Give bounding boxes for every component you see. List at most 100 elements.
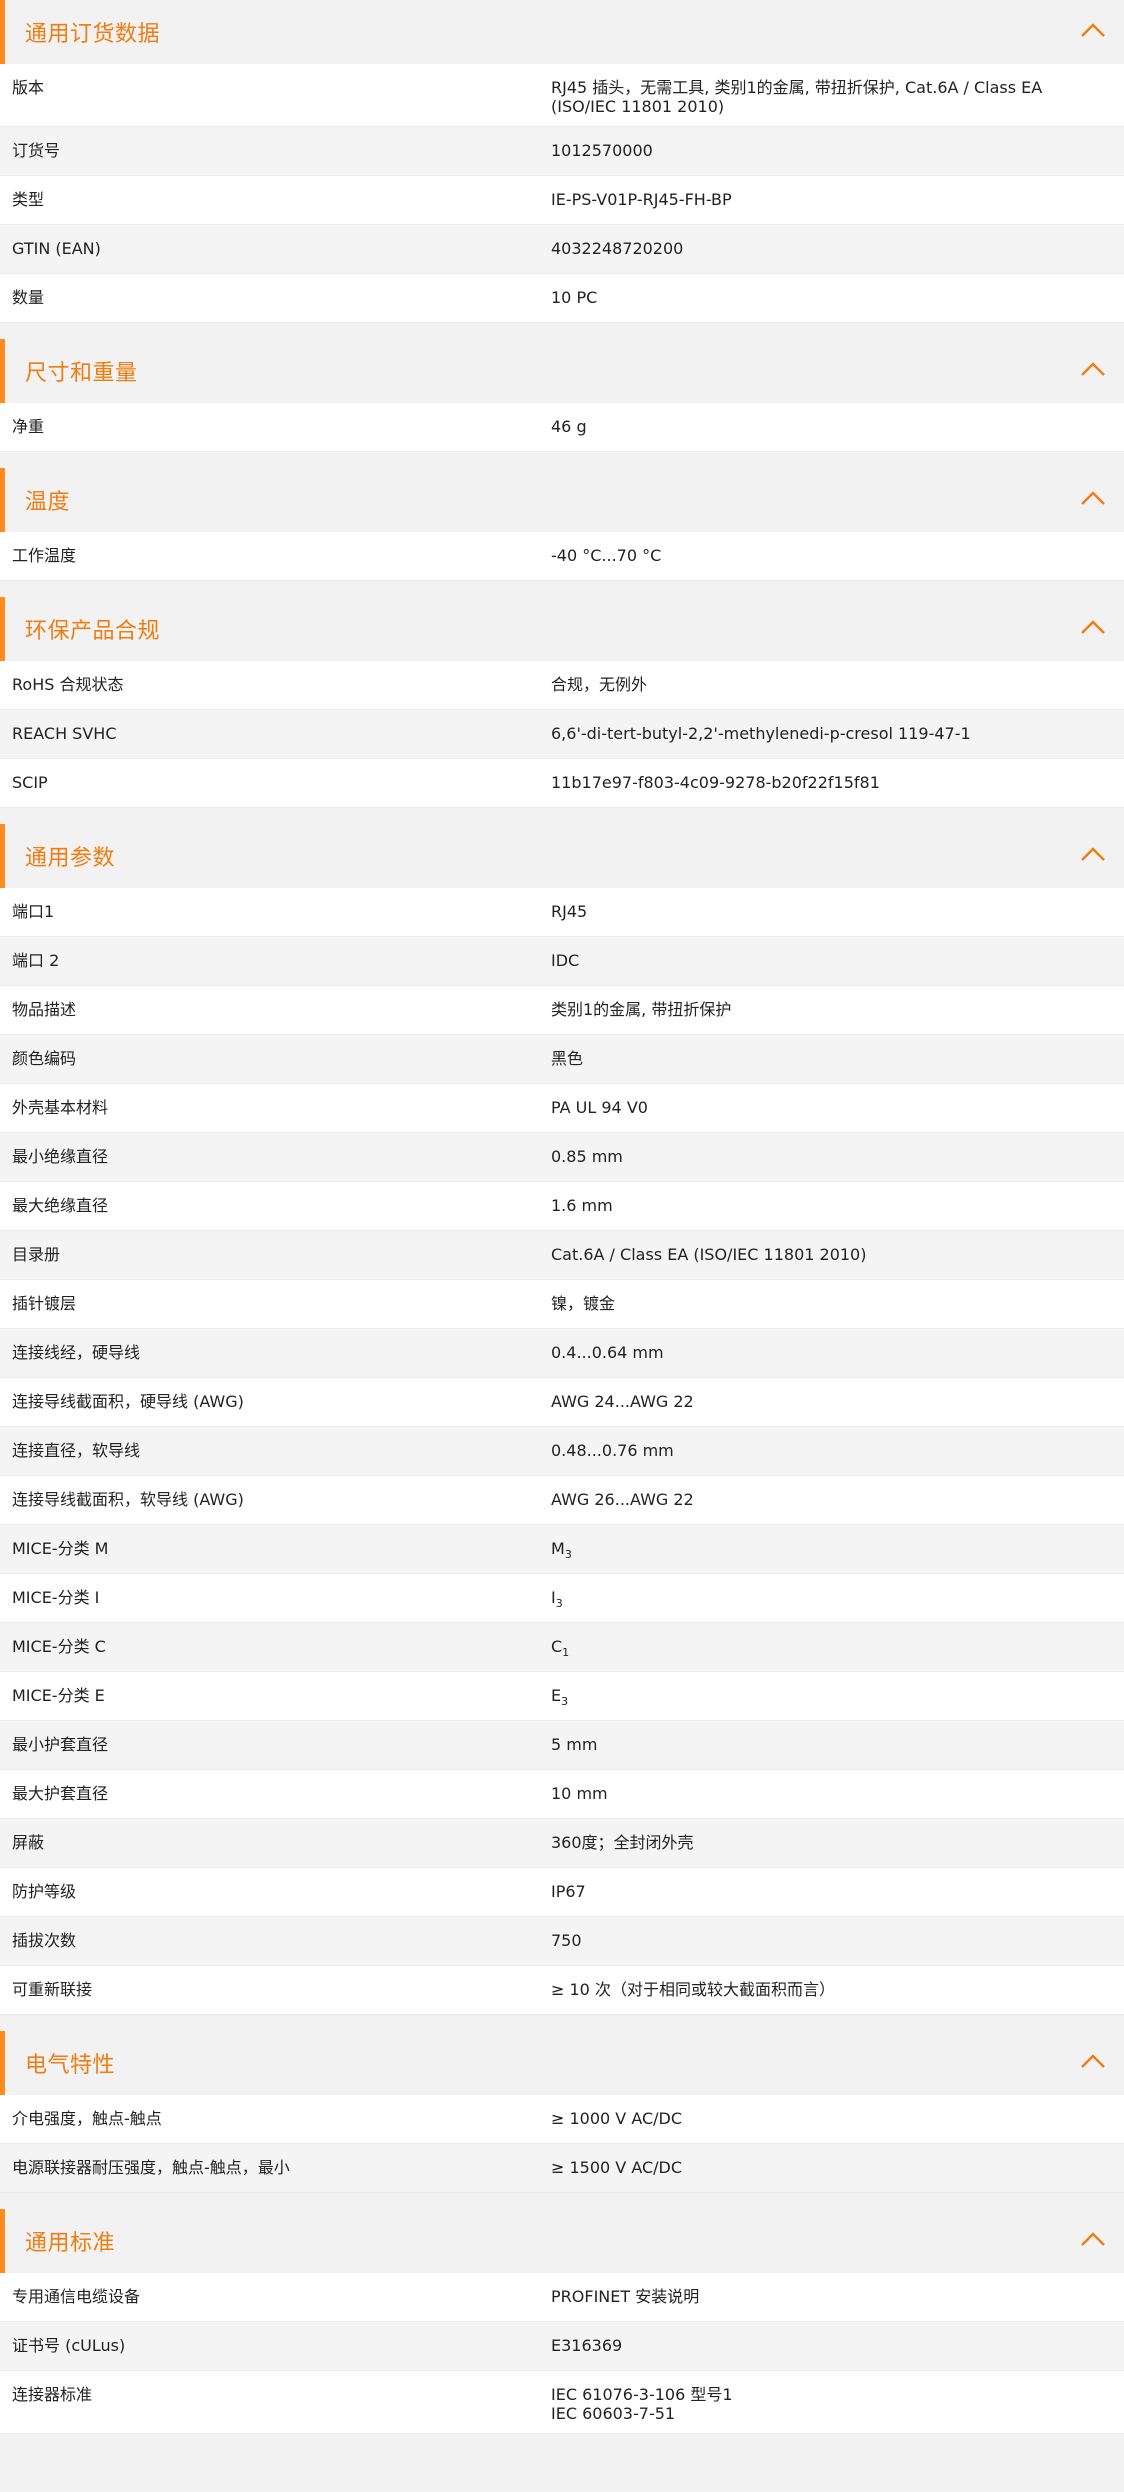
spec-label: 电源联接器耐压强度，触点-触点，最小: [12, 2158, 290, 2177]
chevron-up-icon[interactable]: [1080, 2231, 1106, 2247]
section-header[interactable]: 温度: [0, 468, 1124, 532]
spec-label: 连接器标准: [12, 2385, 93, 2404]
spec-label: GTIN (EAN): [12, 239, 101, 258]
spec-label: MICE-分类 M: [12, 1539, 109, 1558]
spec-value: 46 g: [551, 417, 587, 436]
section-gap: [0, 323, 1124, 339]
chevron-up-icon[interactable]: [1080, 361, 1106, 377]
spec-row: 订货号 1012570000: [0, 127, 1124, 176]
spec-label: 防护等级: [12, 1882, 77, 1901]
spec-label: SCIP: [12, 773, 48, 792]
spec-value: 1012570000: [551, 141, 653, 160]
spec-label: 插针镀层: [12, 1294, 77, 1313]
spec-value-main: M: [551, 1539, 565, 1558]
spec-value: 360度；全封闭外壳: [551, 1833, 694, 1852]
spec-label: 连接线经，硬导线: [12, 1343, 141, 1362]
chevron-up-icon[interactable]: [1080, 490, 1106, 506]
spec-value: AWG 26...AWG 22: [551, 1490, 694, 1509]
spec-label: 工作温度: [12, 546, 77, 565]
section-header[interactable]: 环保产品合规: [0, 597, 1124, 661]
spec-label: 最大绝缘直径: [12, 1196, 109, 1215]
spec-row: 连接线经，硬导线 0.4...0.64 mm: [0, 1329, 1124, 1378]
spec-row: 最大护套直径 10 mm: [0, 1770, 1124, 1819]
spec-value-subscript: 3: [564, 1548, 572, 1561]
spec-row: 屏蔽 360度；全封闭外壳: [0, 1819, 1124, 1868]
spec-label: 类型: [12, 190, 45, 209]
spec-row: 专用通信电缆设备 PROFINET 安装说明: [0, 2273, 1124, 2322]
spec-row: 电源联接器耐压强度，触点-触点，最小 ≥ 1500 V AC/DC: [0, 2144, 1124, 2193]
spec-value: 0.48...0.76 mm: [551, 1441, 674, 1460]
spec-row: 介电强度，触点-触点 ≥ 1000 V AC/DC: [0, 2095, 1124, 2144]
spec-section: 环保产品合规 RoHS 合规状态 合规，无例外 REACH SVHC 6,6'-di-t…: [0, 597, 1124, 808]
section-title: 温度: [25, 490, 71, 515]
spec-row: 最大绝缘直径 1.6 mm: [0, 1182, 1124, 1231]
spec-row: 端口 2 IDC: [0, 937, 1124, 986]
spec-label: 外壳基本材料: [12, 1098, 109, 1117]
spec-label: 介电强度，触点-触点: [12, 2109, 162, 2128]
spec-row: 净重 46 g: [0, 403, 1124, 452]
section-gap: [0, 808, 1124, 824]
spec-value: 0.4...0.64 mm: [551, 1343, 664, 1362]
section-header[interactable]: 通用标准: [0, 2209, 1124, 2273]
spec-value: 6,6'-di-tert-butyl-2,2'-methylenedi-p-cr…: [551, 724, 971, 743]
section-header[interactable]: 电气特性: [0, 2031, 1124, 2095]
spec-value: IEC 61076-3-106 型号1 IEC 60603-7-51: [551, 2385, 733, 2423]
spec-value: RJ45 插头，无需工具, 类别1的金属, 带扭折保护, Cat.6A / Cl…: [551, 78, 1043, 116]
spec-label: 专用通信电缆设备: [12, 2287, 141, 2306]
spec-row: REACH SVHC 6,6'-di-tert-butyl-2,2'-methyl…: [0, 710, 1124, 759]
spec-row: 连接直径，软导线 0.48...0.76 mm: [0, 1427, 1124, 1476]
spec-row: 颜色编码 黑色: [0, 1035, 1124, 1084]
spec-value: E316369: [551, 2336, 623, 2355]
section-header[interactable]: 通用参数: [0, 824, 1124, 888]
spec-row: 外壳基本材料 PA UL 94 V0: [0, 1084, 1124, 1133]
section-header[interactable]: 尺寸和重量: [0, 339, 1124, 403]
spec-value: PA UL 94 V0: [551, 1098, 648, 1117]
section-title: 通用订货数据: [25, 22, 161, 47]
spec-value: PROFINET 安装说明: [551, 2287, 700, 2306]
spec-value-main: C: [551, 1637, 563, 1656]
spec-value-main: E: [551, 1686, 562, 1705]
spec-value: 镍，镀金: [551, 1294, 616, 1313]
spec-section: 温度工作温度 -40 °C...70 °C: [0, 468, 1124, 581]
spec-row: MICE-分类 I I3: [0, 1574, 1124, 1623]
spec-value: 合规，无例外: [551, 675, 648, 694]
spec-value: 4032248720200: [551, 239, 684, 258]
spec-label: 连接直径，软导线: [12, 1441, 141, 1460]
spec-value: Cat.6A / Class EA (ISO/IEC 11801 2010): [551, 1245, 867, 1264]
spec-label: 连接导线截面积，软导线 (AWG): [12, 1490, 244, 1509]
spec-label: 最大护套直径: [12, 1784, 109, 1803]
spec-row: 工作温度 -40 °C...70 °C: [0, 532, 1124, 581]
spec-section: 通用参数 端口1 RJ45 端口 2 IDC 物品描述 类别1的金属, 带扭折保护 颜色编码 黑…: [0, 824, 1124, 2015]
spec-page: 通用订货数据 版本 RJ45 插头，无需工具, 类别1的金属, 带扭折保护, Cat…: [0, 0, 1124, 2434]
chevron-up-icon[interactable]: [1080, 619, 1106, 635]
spec-label: 目录册: [12, 1245, 61, 1264]
spec-value: ≥ 1000 V AC/DC: [551, 2109, 683, 2128]
spec-value: M3: [551, 1525, 1124, 1561]
spec-label: MICE-分类 I: [12, 1588, 100, 1607]
spec-value: ≥ 10 次（对于相同或较大截面积而言）: [551, 1980, 835, 1999]
spec-section: 电气特性介电强度，触点-触点 ≥ 1000 V AC/DC 电源联接器耐压强度，触点…: [0, 2031, 1124, 2193]
section-gap: [0, 581, 1124, 597]
spec-label: 净重: [12, 417, 45, 436]
chevron-up-icon[interactable]: [1080, 846, 1106, 862]
spec-row: 连接导线截面积，软导线 (AWG) AWG 26...AWG 22: [0, 1476, 1124, 1525]
spec-value: C1: [551, 1623, 1124, 1658]
spec-row: 可重新联接 ≥ 10 次（对于相同或较大截面积而言）: [0, 1966, 1124, 2015]
section-gap: [0, 452, 1124, 468]
section-header[interactable]: 通用订货数据: [0, 0, 1124, 64]
spec-value: AWG 24...AWG 22: [551, 1392, 694, 1411]
spec-row: 最小护套直径 5 mm: [0, 1721, 1124, 1770]
spec-label: MICE-分类 C: [12, 1637, 106, 1656]
section-title: 通用参数: [25, 846, 116, 871]
chevron-up-icon[interactable]: [1080, 22, 1106, 38]
spec-label: 屏蔽: [12, 1833, 45, 1852]
spec-row: 端口1 RJ45: [0, 888, 1124, 937]
spec-row: MICE-分类 E E3: [0, 1672, 1124, 1721]
spec-row: GTIN (EAN) 4032248720200: [0, 225, 1124, 274]
spec-label: 颜色编码: [12, 1049, 77, 1068]
spec-value: -40 °C...70 °C: [551, 546, 662, 565]
spec-value: E3: [551, 1672, 1124, 1707]
spec-row: 连接导线截面积，硬导线 (AWG) AWG 24...AWG 22: [0, 1378, 1124, 1427]
section-title: 通用标准: [25, 2231, 116, 2256]
chevron-up-icon[interactable]: [1080, 2053, 1106, 2069]
